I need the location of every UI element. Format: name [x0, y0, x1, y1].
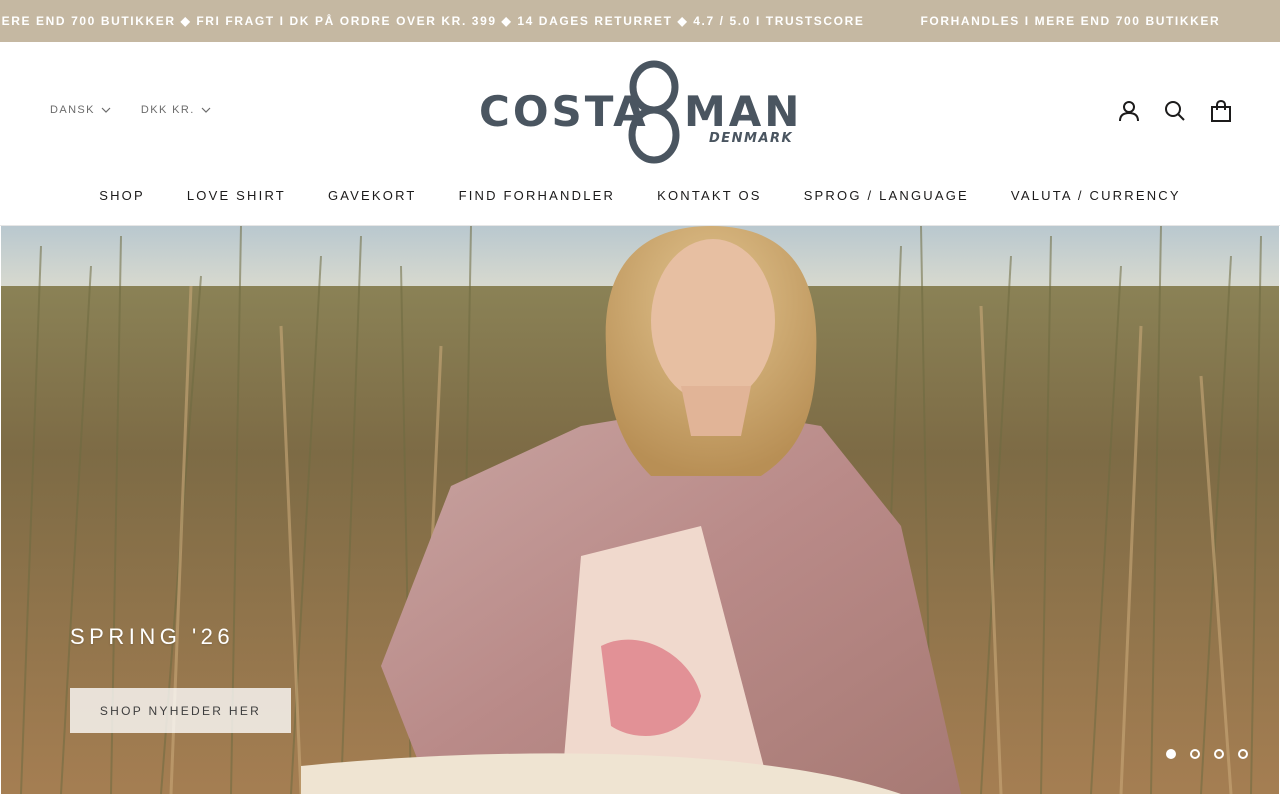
- nav-item-contact[interactable]: KONTAKT OS: [636, 188, 783, 203]
- hero-title: SPRING '26: [70, 624, 235, 649]
- nav-item-love-shirt[interactable]: LOVE SHIRT: [166, 188, 307, 203]
- nav-item-find-retailer[interactable]: FIND FORHANDLER: [438, 188, 637, 203]
- nav-item-currency[interactable]: VALUTA / CURRENCY: [990, 188, 1202, 203]
- slide-dot-2[interactable]: [1190, 749, 1200, 759]
- search-icon[interactable]: [1164, 100, 1186, 122]
- announcement-text: FORHANDLES I MERE END 700 BUTIKKER: [920, 14, 1221, 28]
- locale-selectors: DANSK DKK KR.: [50, 104, 211, 116]
- cart-icon[interactable]: [1210, 100, 1232, 122]
- logo-word-mani: MANI: [684, 87, 803, 136]
- nav-item-language[interactable]: SPROG / LANGUAGE: [783, 188, 990, 203]
- slide-dot-1[interactable]: [1166, 749, 1176, 759]
- logo-word-denmark: DENMARK: [709, 131, 793, 146]
- site-header: DANSK DKK KR. COSTA MANI DENMARK: [0, 42, 1280, 226]
- chevron-down-icon: [101, 107, 111, 113]
- slideshow-pagination: [1166, 749, 1248, 759]
- brand-logo[interactable]: COSTA MANI DENMARK: [479, 60, 803, 164]
- hero-slideshow: SPRING '26 SHOP NYHEDER HER: [1, 226, 1279, 794]
- account-icon[interactable]: [1118, 100, 1140, 122]
- nav-item-shop[interactable]: SHOP: [78, 188, 166, 203]
- slide-dot-4[interactable]: [1238, 749, 1248, 759]
- chevron-down-icon: [201, 107, 211, 113]
- shop-new-arrivals-button[interactable]: SHOP NYHEDER HER: [70, 688, 291, 733]
- logo-word-costa: COSTA: [479, 87, 649, 136]
- nav-item-gift-card[interactable]: GAVEKORT: [307, 188, 438, 203]
- main-navigation: SHOP LOVE SHIRT GAVEKORT FIND FORHANDLER…: [0, 188, 1280, 203]
- announcement-text: ES I MERE END 700 BUTIKKER ◆ FRI FRAGT I…: [0, 14, 865, 28]
- currency-selector[interactable]: DKK KR.: [141, 104, 211, 116]
- language-label: DANSK: [50, 104, 95, 116]
- slide-dot-3[interactable]: [1214, 749, 1224, 759]
- language-selector[interactable]: DANSK: [50, 104, 111, 116]
- header-actions: [1118, 100, 1232, 122]
- announcement-bar: ES I MERE END 700 BUTIKKER ◆ FRI FRAGT I…: [0, 0, 1280, 42]
- currency-label: DKK KR.: [140, 104, 195, 116]
